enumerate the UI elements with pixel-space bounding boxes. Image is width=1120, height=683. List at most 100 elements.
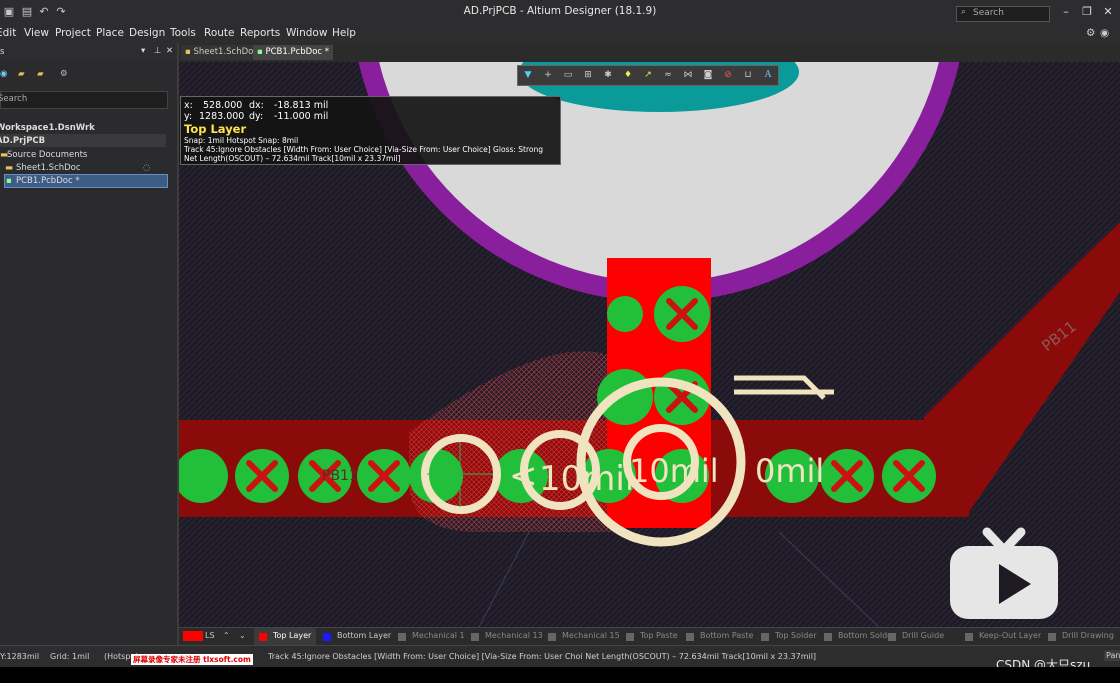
tree-pcb1: PCB1.PcbDoc *	[16, 176, 80, 186]
hud-net: Net Length(OSCOUT) – 72.634mil Track[10m…	[184, 154, 401, 163]
current-layer-swatch[interactable]	[183, 631, 203, 641]
tree-pcb1-row[interactable]: ▪ PCB1.PcbDoc *	[4, 174, 168, 188]
multi-route-icon[interactable]: ⋈	[680, 68, 696, 83]
gear-icon[interactable]: ⚙	[1086, 27, 1095, 39]
settings-icon[interactable]: ⚙	[60, 69, 68, 79]
component-icon[interactable]: ✱	[600, 68, 616, 83]
text-tool-icon[interactable]: A	[760, 68, 776, 83]
layer-scroll-up-icon[interactable]: ⌃	[223, 631, 230, 640]
layer-swatch-top	[259, 633, 267, 641]
align-icon[interactable]: ⊞	[580, 68, 596, 83]
open-document-icon[interactable]: ▰	[37, 69, 44, 79]
tree-workspace[interactable]: Workspace1.DsnWrk	[0, 123, 95, 133]
menu-route[interactable]: Route	[204, 27, 234, 39]
menu-window[interactable]: Window	[286, 27, 327, 39]
layer-tab-toppaste[interactable]: Top Paste	[640, 631, 678, 640]
layer-tab-mech13[interactable]: Mechanical 13	[485, 631, 543, 640]
route-icon[interactable]: ↗	[640, 68, 656, 83]
hud-x-value: 528.000	[203, 100, 243, 111]
layer-label-top: Top Layer	[273, 631, 312, 640]
layer-swatch-drilldrawing	[1048, 633, 1056, 641]
layer-swatch-toppaste	[626, 633, 634, 641]
menu-view[interactable]: View	[24, 27, 49, 39]
hud-y-label: y:	[184, 111, 193, 122]
menu-help[interactable]: Help	[332, 27, 356, 39]
minimize-button[interactable]: –	[1058, 5, 1074, 19]
hud-y-value: 1283.000	[199, 111, 245, 122]
projects-panel: s ▾ ⊥ ✕ ◉ ▰ ▰ ⚙ Search Workspace1.DsnWrk…	[0, 43, 179, 645]
layer-tab-mech15[interactable]: Mechanical 15	[562, 631, 620, 640]
title-bar: ▣ ▤ ↶ ↷ AD.PrjPCB - Altium Designer (18.…	[0, 0, 1120, 25]
doc-state-icon: ◌	[143, 163, 151, 173]
dim-text-c: 0mil	[755, 452, 824, 490]
maximize-button[interactable]: ❐	[1079, 5, 1095, 19]
global-search-input[interactable]: ⌕ Search	[956, 6, 1050, 22]
menu-reports[interactable]: Reports	[240, 27, 280, 39]
menu-design[interactable]: Design	[129, 27, 165, 39]
layer-swatch-bottompaste	[686, 633, 694, 641]
select-rect-icon[interactable]: ▭	[560, 68, 576, 83]
schdoc-tab-icon: ▪	[185, 47, 191, 57]
dim-text-a: 10mil	[539, 459, 634, 499]
filter-icon[interactable]: ▼	[520, 68, 536, 83]
layer-tab-bottompaste[interactable]: Bottom Paste	[700, 631, 753, 640]
status-coordinates: Y:1283mil	[0, 652, 40, 661]
menu-edit[interactable]: Edit	[0, 27, 16, 39]
layer-tab-drillguide[interactable]: Drill Guide	[902, 631, 944, 640]
pb11-silk-left: PB11	[322, 468, 358, 484]
recorder-watermark: 屏幕录像专家未注册 tlxsoft.com	[131, 654, 253, 665]
layer-tab-mech1[interactable]: Mechanical 1	[412, 631, 465, 640]
panel-close-icon[interactable]: ✕	[166, 46, 173, 56]
dimension-icon[interactable]: ⊔	[740, 68, 756, 83]
hud-x-label: x:	[184, 100, 193, 111]
panel-search-input[interactable]: Search	[0, 91, 168, 109]
tab-sheet1[interactable]: ▪ Sheet1.SchDoc	[181, 45, 263, 60]
status-message: Track 45:Ignore Obstacles [Width From: U…	[268, 652, 817, 661]
layer-tab-bottomsolder[interactable]: Bottom Solder	[838, 631, 895, 640]
layer-tab-topsolder[interactable]: Top Solder	[775, 631, 817, 640]
dim-text-lt: <	[509, 456, 538, 496]
account-icon[interactable]: ◉	[1100, 27, 1109, 39]
menu-bar: Edit View Project Place Design Tools Rou…	[0, 24, 1120, 43]
menu-project[interactable]: Project	[55, 27, 91, 39]
open-project-icon[interactable]: ▰	[18, 69, 25, 79]
layer-scroll-down-icon[interactable]: ⌄	[239, 631, 246, 640]
hud-dy-value: -11.000 mil	[274, 111, 329, 122]
tree-sheet1[interactable]: Sheet1.SchDoc	[16, 163, 81, 173]
bottom-strip	[0, 667, 1120, 683]
hud-layer: Top Layer	[184, 122, 247, 136]
document-tabs: ▪ Sheet1.SchDoc ▪ PCB1.PcbDoc *	[179, 43, 1120, 62]
layer-tab-top[interactable]: Top Layer	[254, 628, 316, 646]
panel-menu-icon[interactable]: ▾	[141, 46, 145, 56]
panels-button[interactable]: Pan	[1104, 650, 1120, 661]
schdoc-icon: ▬	[5, 163, 14, 173]
layer-swatch-mech13	[471, 633, 479, 641]
diff-pair-icon[interactable]: ≈	[660, 68, 676, 83]
tree-project-row[interactable]: AD.PrjPCB	[0, 134, 166, 147]
layer-tab-bottom[interactable]: Bottom Layer	[337, 631, 391, 640]
menu-place[interactable]: Place	[96, 27, 124, 39]
hud-dy-label: dy:	[249, 111, 264, 122]
close-button[interactable]: ✕	[1100, 5, 1116, 19]
panel-header: s ▾ ⊥ ✕	[0, 43, 177, 62]
panel-search-placeholder: Search	[0, 94, 28, 104]
tree-source-folder[interactable]: Source Documents	[7, 150, 87, 160]
tab-pcb1[interactable]: ▪ PCB1.PcbDoc *	[253, 45, 334, 60]
workspace-icon[interactable]: ◉	[0, 69, 7, 79]
tab-sheet1-label: Sheet1.SchDoc	[193, 47, 259, 57]
keepout-icon[interactable]: ⊘	[720, 68, 736, 83]
via-icon[interactable]: ◙	[700, 68, 716, 83]
layer-tab-keepout[interactable]: Keep-Out Layer	[979, 631, 1041, 640]
pin-icon[interactable]: ⊥	[154, 46, 161, 56]
net-color-icon[interactable]: ♦	[620, 68, 636, 83]
menu-tools[interactable]: Tools	[170, 27, 196, 39]
layer-tab-drilldrawing[interactable]: Drill Drawing	[1062, 631, 1114, 640]
status-grid: Grid: 1mil	[50, 652, 90, 661]
search-icon: ⌕	[961, 7, 967, 17]
status-bar: Y:1283mil Grid: 1mil (Hotspot 屏幕录像专家未注册 …	[0, 645, 1120, 668]
tree-project: AD.PrjPCB	[0, 136, 46, 146]
layer-set-button[interactable]: LS	[205, 631, 215, 640]
dim-text-b: 10mil	[629, 452, 719, 490]
crosshair-tool-icon[interactable]: +	[540, 68, 556, 83]
hud-track: Track 45:Ignore Obstacles [Width From: U…	[184, 145, 543, 154]
